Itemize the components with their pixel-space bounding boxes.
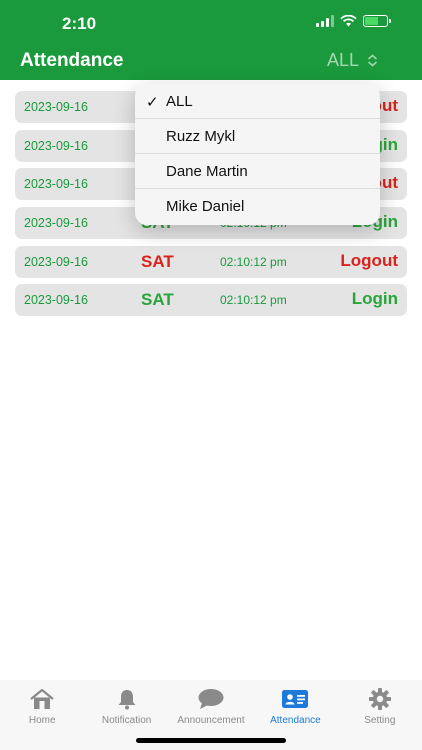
wifi-icon — [340, 15, 357, 27]
checkmark-icon: ✓ — [146, 94, 159, 111]
filter-option[interactable]: Ruzz Mykl — [135, 119, 380, 154]
speech-bubble-icon — [197, 687, 225, 711]
chevron-up-down-icon — [367, 54, 378, 67]
bell-icon — [116, 687, 138, 711]
record-time: 02:10:12 pm — [220, 293, 287, 308]
filter-option-label: ALL — [166, 93, 193, 110]
status-icons — [316, 15, 391, 27]
filter-option[interactable]: Mike Daniel — [135, 189, 380, 224]
record-day: SAT — [141, 251, 174, 271]
status-time: 2:10 — [62, 14, 97, 33]
record-time: 02:10:12 pm — [220, 254, 287, 269]
record-day: SAT — [141, 290, 174, 310]
tab-label: Setting — [364, 715, 396, 726]
record-date: 2023-09-16 — [24, 216, 88, 231]
record-date: 2023-09-16 — [24, 254, 88, 269]
filter-option-label: Ruzz Mykl — [166, 128, 236, 145]
filter-option-label: Mike Daniel — [166, 198, 245, 215]
record-date: 2023-09-16 — [24, 100, 88, 114]
filter-option-label: Dane Martin — [166, 163, 248, 180]
tab-label: Home — [28, 715, 56, 726]
attendance-row[interactable]: 2023-09-16 SAT 02:10:12 pm Logout — [15, 245, 407, 278]
tab-home[interactable]: Home — [0, 680, 84, 750]
app-header: 2:10 Attendance ALL — [0, 0, 422, 80]
record-status: Logout — [340, 250, 398, 270]
cellular-signal-icon — [316, 15, 334, 27]
filter-option[interactable]: ✓ ALL — [135, 84, 380, 119]
employee-filter-selector[interactable]: ALL — [327, 50, 378, 71]
record-date: 2023-09-16 — [24, 177, 88, 192]
tab-setting[interactable]: Setting — [338, 680, 422, 750]
record-date: 2023-09-16 — [24, 293, 88, 308]
id-card-icon — [281, 687, 309, 711]
filter-option[interactable]: Dane Martin — [135, 154, 380, 189]
employee-filter-menu: ✓ ALL Ruzz Mykl Dane Martin Mike Daniel — [135, 84, 380, 225]
page-title: Attendance — [20, 50, 124, 71]
record-status: Login — [351, 289, 398, 309]
gear-icon — [368, 687, 392, 711]
tab-label: Notification — [101, 715, 152, 726]
home-indicator — [136, 738, 286, 743]
home-icon — [29, 687, 55, 711]
filter-value: ALL — [326, 50, 359, 70]
tab-label: Announcement — [177, 715, 245, 726]
tab-label: Attendance — [270, 715, 321, 726]
attendance-row[interactable]: 2023-09-16 SAT 02:10:12 pm Login — [15, 284, 407, 317]
record-date: 2023-09-16 — [24, 138, 88, 153]
battery-icon — [363, 15, 391, 27]
